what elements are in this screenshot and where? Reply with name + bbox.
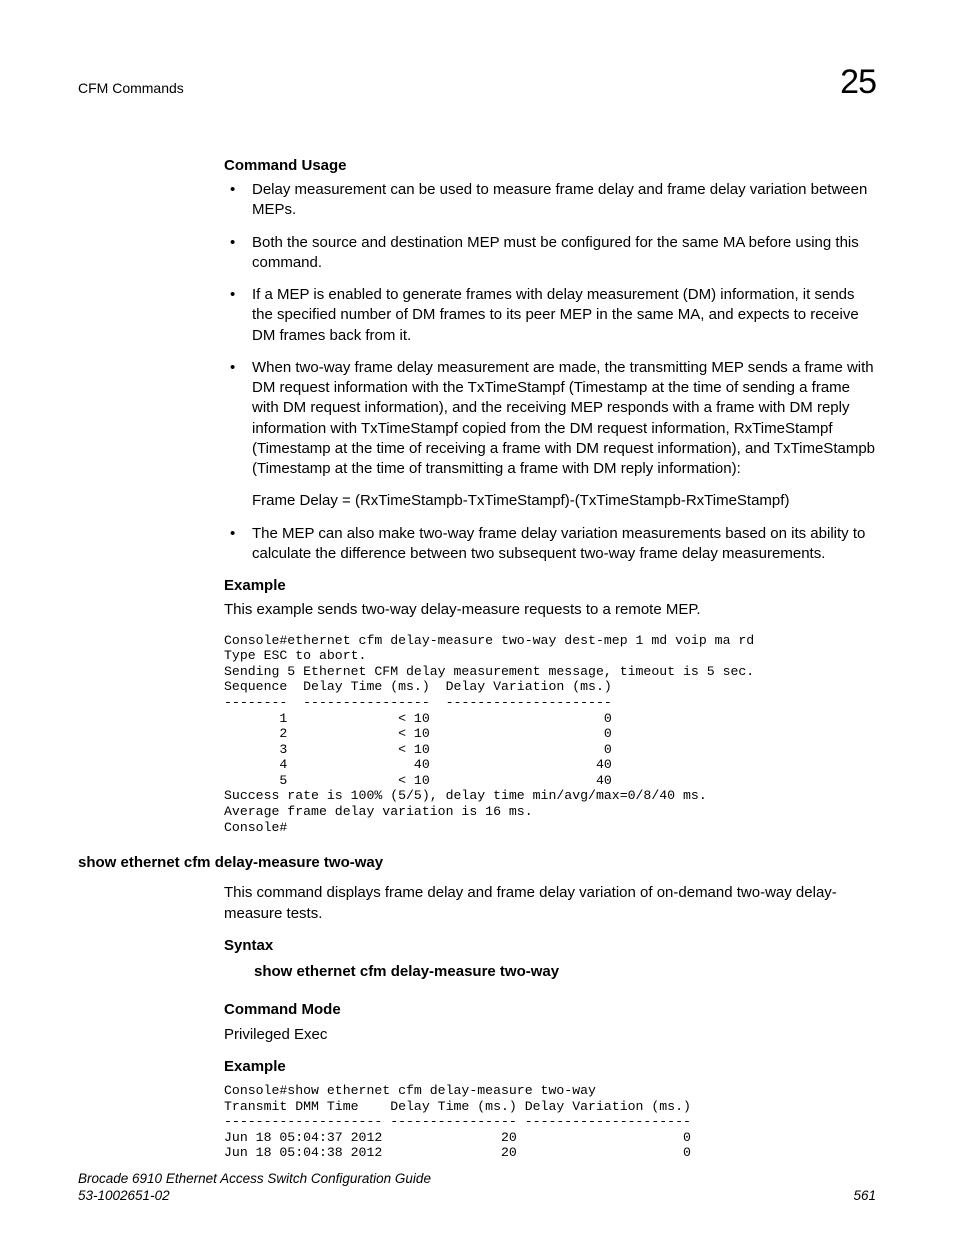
usage-item: If a MEP is enabled to generate frames w…	[224, 285, 876, 346]
example-title: Example	[224, 576, 876, 596]
usage-item: Both the source and destination MEP must…	[224, 233, 876, 274]
usage-item: Delay measurement can be used to measure…	[224, 180, 876, 221]
usage-item: The MEP can also make two-way frame dela…	[224, 524, 876, 565]
content-area-2: This command displays frame delay and fr…	[224, 883, 876, 1161]
content-area: Command Usage Delay measurement can be u…	[224, 156, 876, 835]
page: CFM Commands 25 Command Usage Delay meas…	[0, 0, 954, 1235]
footer-page: 561	[853, 1187, 876, 1205]
usage-item: When two-way frame delay measurement are…	[224, 358, 876, 512]
example-intro: This example sends two-way delay-measure…	[224, 600, 876, 620]
command-heading: show ethernet cfm delay-measure two-way	[78, 853, 876, 873]
usage-list: Delay measurement can be used to measure…	[224, 180, 876, 564]
page-header: CFM Commands 25	[78, 60, 876, 106]
command-description: This command displays frame delay and fr…	[224, 883, 876, 924]
syntax-title: Syntax	[224, 936, 876, 956]
page-footer: Brocade 6910 Ethernet Access Switch Conf…	[78, 1171, 876, 1205]
example2-title: Example	[224, 1057, 876, 1077]
example-code-block: Console#ethernet cfm delay-measure two-w…	[224, 633, 876, 836]
command-mode-value: Privileged Exec	[224, 1025, 876, 1045]
command-usage-title: Command Usage	[224, 156, 876, 176]
header-chapter: 25	[840, 60, 876, 106]
command-mode-title: Command Mode	[224, 1000, 876, 1020]
footer-left: Brocade 6910 Ethernet Access Switch Conf…	[78, 1171, 431, 1205]
usage-item-text: When two-way frame delay measurement are…	[252, 359, 875, 477]
footer-doc: 53-1002651-02	[78, 1188, 170, 1203]
example2-code-block: Console#show ethernet cfm delay-measure …	[224, 1083, 876, 1161]
usage-item-formula: Frame Delay = (RxTimeStampb-TxTimeStampf…	[252, 491, 876, 511]
footer-title: Brocade 6910 Ethernet Access Switch Conf…	[78, 1171, 431, 1186]
syntax-line: show ethernet cfm delay-measure two-way	[254, 962, 876, 982]
header-section: CFM Commands	[78, 79, 184, 98]
